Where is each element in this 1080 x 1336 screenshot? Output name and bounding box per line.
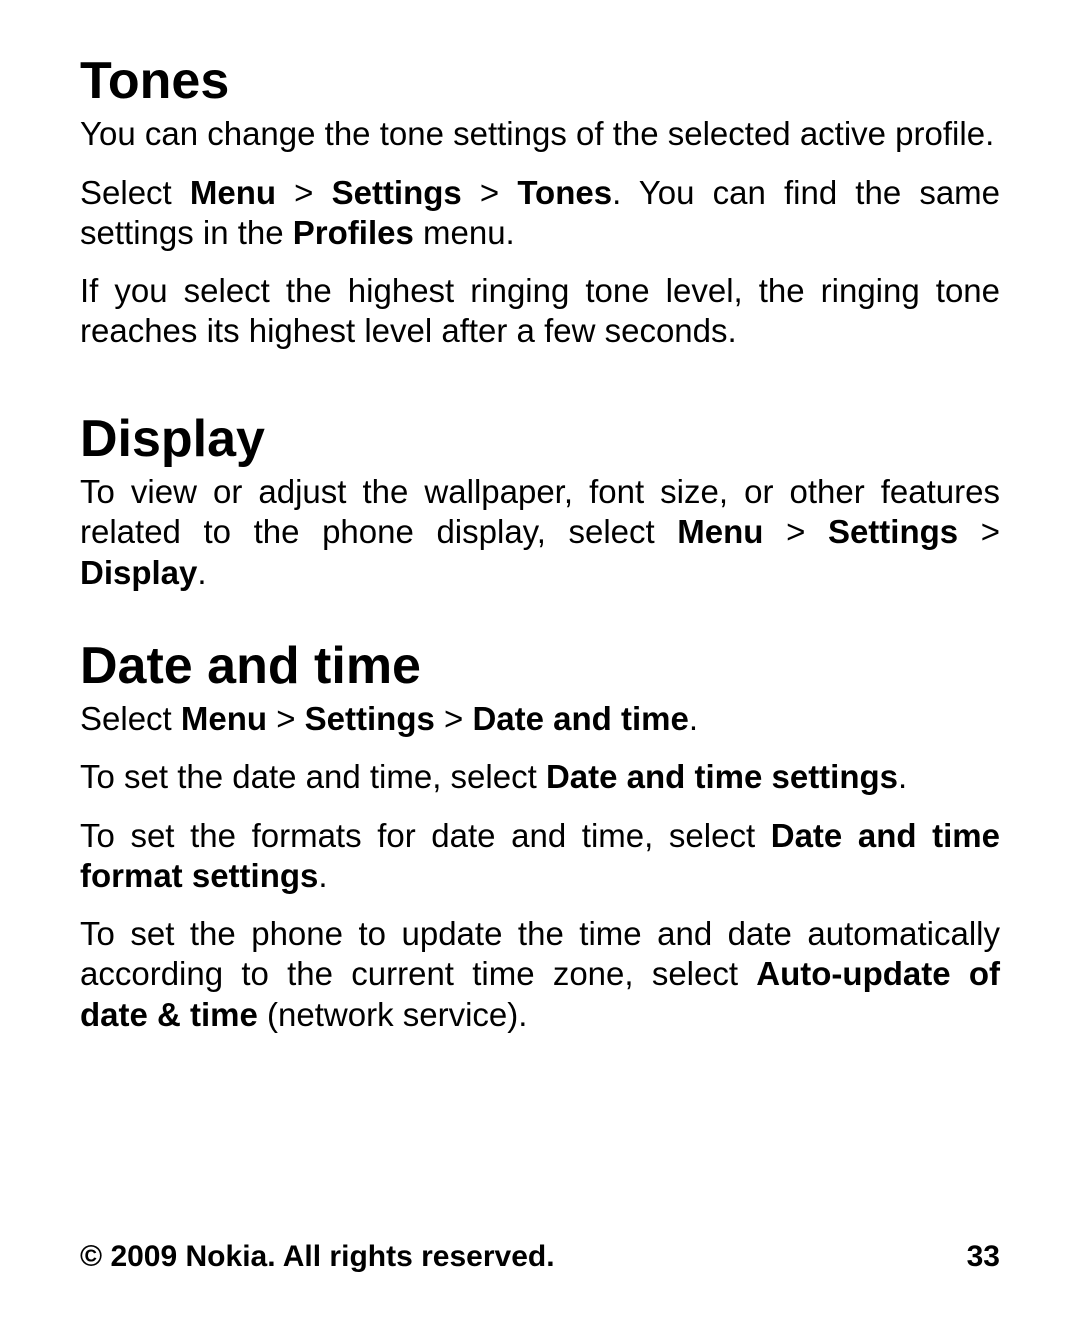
heading-date-and-time: Date and time — [80, 635, 1000, 697]
datetime-paragraph-4: To set the phone to update the time and … — [80, 914, 1000, 1035]
spacer — [80, 370, 1000, 408]
text: Select — [80, 700, 181, 737]
heading-display: Display — [80, 408, 1000, 470]
text: menu. — [414, 214, 515, 251]
separator: > — [435, 700, 473, 737]
datetime-paragraph-2: To set the date and time, select Date an… — [80, 757, 1000, 797]
separator: > — [276, 174, 332, 211]
text: . — [898, 758, 907, 795]
display-label: Display — [80, 554, 197, 591]
text: . — [689, 700, 698, 737]
date-and-time-settings-label: Date and time settings — [546, 758, 898, 795]
text: To set the formats for date and time, se… — [80, 817, 771, 854]
manual-page: Tones You can change the tone settings o… — [0, 0, 1080, 1336]
separator: > — [763, 513, 827, 550]
menu-label: Menu — [677, 513, 763, 550]
tones-paragraph-3: If you select the highest ringing tone l… — [80, 271, 1000, 352]
datetime-paragraph-3: To set the formats for date and time, se… — [80, 816, 1000, 897]
tones-label: Tones — [517, 174, 612, 211]
page-number: 33 — [967, 1240, 1000, 1274]
text: To set the date and time, select — [80, 758, 546, 795]
separator: > — [462, 174, 518, 211]
settings-label: Settings — [828, 513, 958, 550]
datetime-paragraph-1: Select Menu > Settings > Date and time. — [80, 699, 1000, 739]
display-paragraph-1: To view or adjust the wallpaper, font si… — [80, 472, 1000, 593]
text: . — [318, 857, 327, 894]
profiles-label: Profiles — [293, 214, 414, 251]
menu-label: Menu — [181, 700, 267, 737]
settings-label: Settings — [332, 174, 462, 211]
tones-paragraph-2: Select Menu > Settings > Tones. You can … — [80, 173, 1000, 254]
heading-tones: Tones — [80, 50, 1000, 112]
tones-paragraph-1: You can change the tone settings of the … — [80, 114, 1000, 154]
text: (network service). — [258, 996, 528, 1033]
separator: > — [267, 700, 305, 737]
settings-label: Settings — [305, 700, 435, 737]
text: . — [197, 554, 206, 591]
menu-label: Menu — [190, 174, 276, 211]
page-footer: © 2009 Nokia. All rights reserved. 33 — [80, 1240, 1000, 1274]
separator: > — [958, 513, 1000, 550]
spacer — [80, 611, 1000, 635]
text: Select — [80, 174, 190, 211]
copyright-text: © 2009 Nokia. All rights reserved. — [80, 1240, 555, 1273]
date-and-time-label: Date and time — [472, 700, 688, 737]
